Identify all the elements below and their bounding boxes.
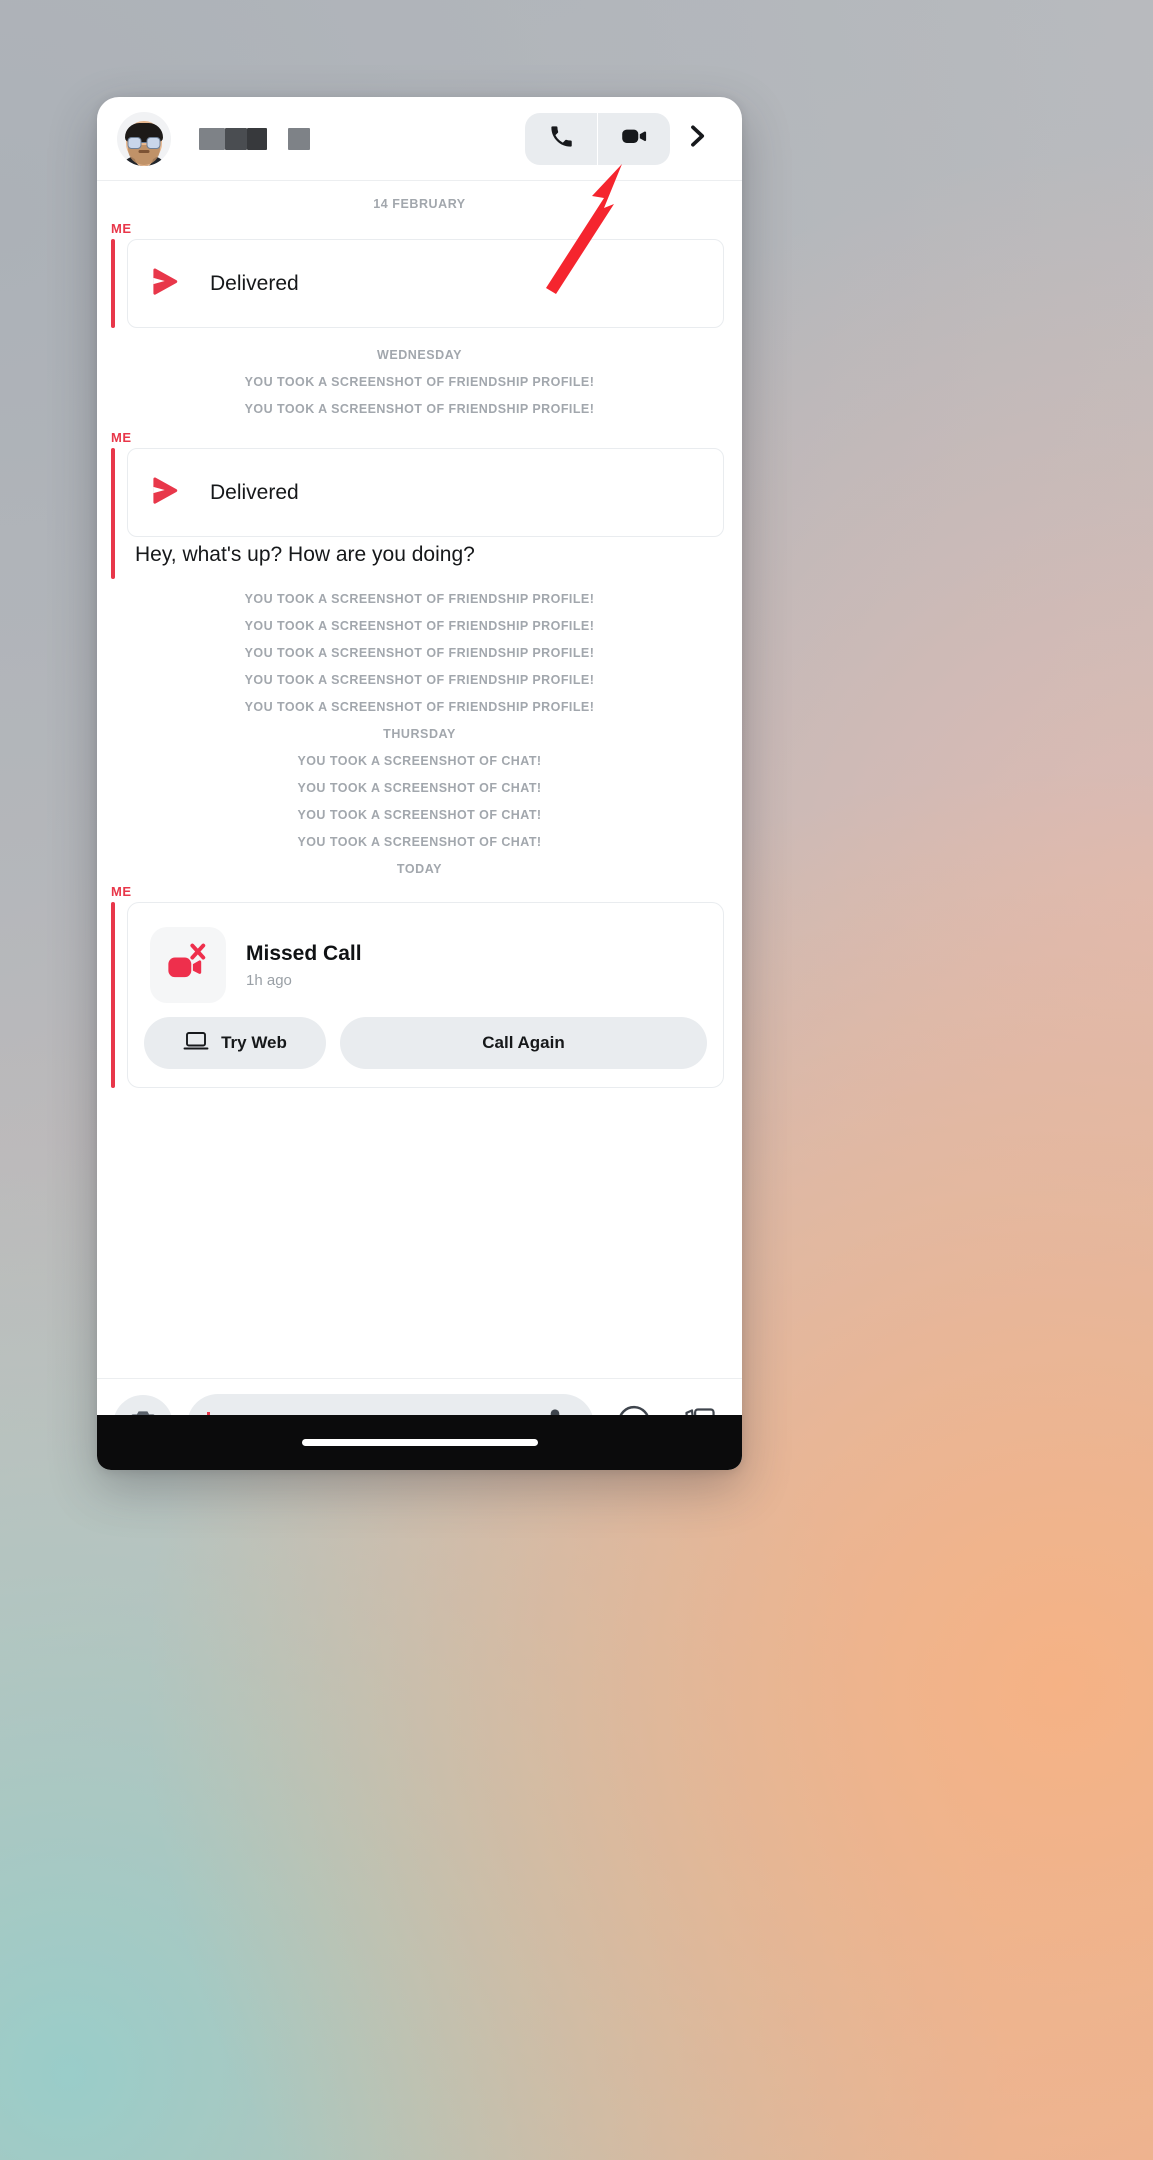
call-buttons-group	[525, 112, 670, 165]
call-again-label: Call Again	[482, 1033, 565, 1052]
snap-delivered-card[interactable]: Delivered	[127, 239, 724, 328]
sender-label-me: ME	[111, 884, 132, 899]
system-screenshot-notice: YOU TOOK A SCREENSHOT OF FRIENDSHIP PROF…	[244, 673, 595, 687]
video-call-button[interactable]	[597, 112, 670, 165]
snap-delivered-card[interactable]: Delivered	[127, 448, 724, 537]
avatar-glasses-icon	[127, 136, 161, 149]
redaction-block	[247, 127, 267, 150]
screenshot-root: 14 FEBRUARY ME Delivered WEDNESDAY YOU T…	[0, 0, 1153, 2160]
system-screenshot-notice: YOU TOOK A SCREENSHOT OF FRIENDSHIP PROF…	[244, 700, 595, 714]
missed-call-thumbnail	[150, 927, 226, 1003]
redaction-block	[288, 127, 310, 150]
avatar[interactable]	[117, 111, 171, 166]
system-screenshot-notice: YOU TOOK A SCREENSHOT OF CHAT!	[297, 808, 542, 822]
snap-arrow-icon	[150, 266, 184, 301]
chat-scroll-area[interactable]: 14 FEBRUARY ME Delivered WEDNESDAY YOU T…	[97, 181, 742, 1378]
message-rail	[111, 448, 115, 579]
message-block-missed-call: ME Missed Call 1h ago Try Web Call Again	[97, 884, 742, 1088]
missed-call-summary: Missed Call 1h ago	[144, 919, 707, 1017]
missed-call-card: Missed Call 1h ago Try Web Call Again	[127, 902, 724, 1088]
system-screenshot-notice: YOU TOOK A SCREENSHOT OF CHAT!	[297, 781, 542, 795]
redaction-block	[225, 127, 247, 150]
system-screenshot-notice: YOU TOOK A SCREENSHOT OF FRIENDSHIP PROF…	[244, 646, 595, 660]
home-indicator	[301, 1439, 538, 1446]
date-divider-february: 14 FEBRUARY	[373, 197, 466, 211]
sender-label-me: ME	[111, 430, 132, 445]
delivered-label: Delivered	[210, 271, 299, 295]
forward-chevron-button[interactable]	[670, 113, 724, 165]
phone-icon	[548, 123, 575, 155]
try-web-label: Try Web	[221, 1033, 287, 1052]
system-screenshot-notice: YOU TOOK A SCREENSHOT OF FRIENDSHIP PROF…	[244, 375, 595, 389]
missed-call-time: 1h ago	[246, 971, 292, 989]
message-block-delivered-1: ME Delivered	[97, 221, 742, 328]
try-web-button[interactable]: Try Web	[144, 1017, 326, 1069]
chat-header	[97, 97, 742, 181]
delivered-label: Delivered	[210, 480, 299, 504]
avatar-mouth	[138, 149, 150, 153]
date-divider-thursday: THURSDAY	[383, 727, 456, 741]
phone-home-bar	[97, 1415, 742, 1470]
snap-arrow-icon	[150, 475, 184, 510]
system-screenshot-notice: YOU TOOK A SCREENSHOT OF FRIENDSHIP PROF…	[244, 619, 595, 633]
missed-call-title: Missed Call	[246, 942, 362, 966]
missed-call-actions: Try Web Call Again	[144, 1017, 707, 1069]
missed-video-call-icon	[164, 941, 212, 990]
system-screenshot-notice: YOU TOOK A SCREENSHOT OF FRIENDSHIP PROF…	[244, 592, 595, 606]
missed-call-text: Missed Call 1h ago	[246, 941, 362, 988]
chat-text-message[interactable]: Hey, what's up? How are you doing?	[135, 537, 742, 579]
audio-call-button[interactable]	[525, 113, 597, 165]
system-screenshot-notice: YOU TOOK A SCREENSHOT OF CHAT!	[297, 835, 542, 849]
call-again-button[interactable]: Call Again	[340, 1017, 707, 1069]
contact-name-redacted	[199, 127, 525, 150]
system-screenshot-notice: YOU TOOK A SCREENSHOT OF CHAT!	[297, 754, 542, 768]
redaction-block	[199, 127, 225, 150]
phone-mockup: 14 FEBRUARY ME Delivered WEDNESDAY YOU T…	[97, 97, 742, 1470]
header-actions	[525, 112, 724, 165]
sender-label-me: ME	[111, 221, 132, 236]
message-rail	[111, 902, 115, 1088]
message-rail	[111, 239, 115, 328]
chevron-right-icon	[683, 121, 711, 156]
video-camera-icon	[619, 121, 649, 156]
date-divider-wednesday: WEDNESDAY	[376, 348, 463, 362]
message-block-delivered-2: ME Delivered Hey, what's up? How are you…	[97, 430, 742, 579]
date-divider-today: TODAY	[396, 862, 443, 876]
system-screenshot-notice: YOU TOOK A SCREENSHOT OF FRIENDSHIP PROF…	[244, 402, 595, 416]
laptop-icon	[183, 1030, 209, 1057]
